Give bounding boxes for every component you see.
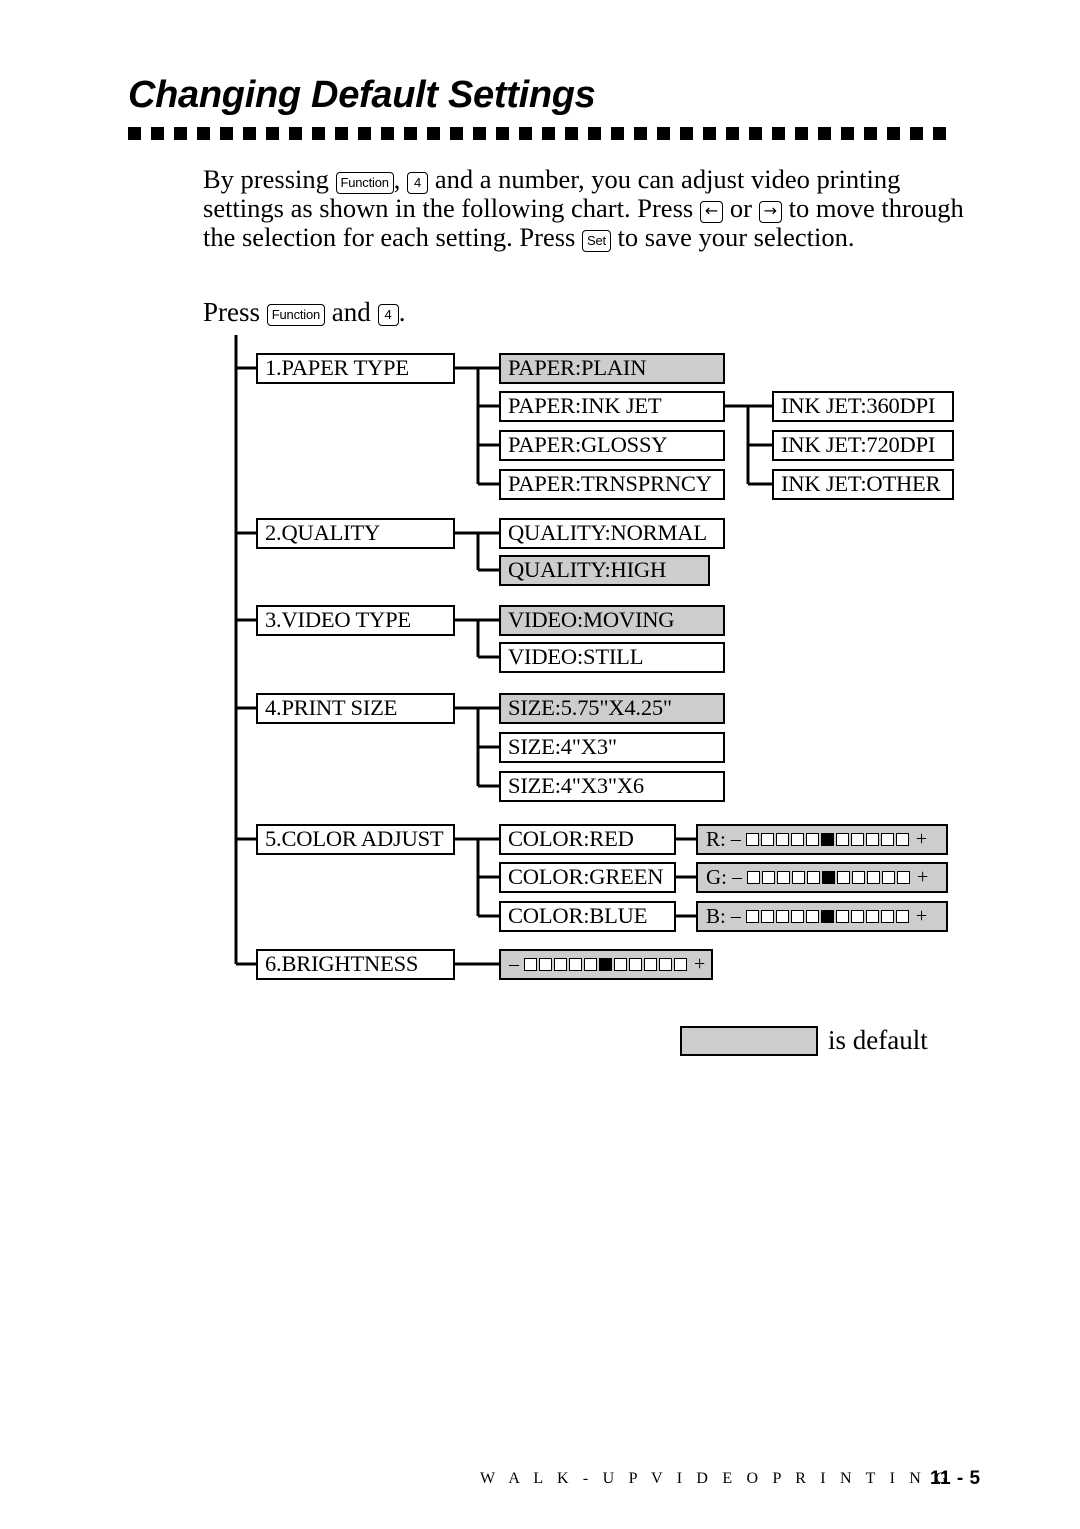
slider-cell[interactable] <box>805 833 819 846</box>
option-size-575x425[interactable]: SIZE:5.75"X4.25" <box>499 693 725 724</box>
option-paper-ink-jet[interactable]: PAPER:INK JET <box>499 391 725 422</box>
option-color-green[interactable]: COLOR:GREEN <box>499 862 676 893</box>
slider-cell[interactable] <box>865 910 879 923</box>
slider-cell[interactable] <box>807 871 820 884</box>
slider-minus-icon: – <box>509 953 519 975</box>
slider-cell[interactable] <box>850 910 864 923</box>
slider-brightness[interactable]: – + <box>499 949 713 980</box>
slider-cell[interactable] <box>659 958 672 971</box>
option-video-still[interactable]: VIDEO:STILL <box>499 642 725 673</box>
slider-cell[interactable] <box>792 871 805 884</box>
slider-cell[interactable] <box>897 871 910 884</box>
menu-item-print-size[interactable]: 4.PRINT SIZE <box>256 693 455 724</box>
menu-item-paper-type[interactable]: 1.PAPER TYPE <box>256 353 455 384</box>
footer-section-name: W A L K - U P V I D E O P R I N T I N G <box>480 1470 953 1487</box>
slider-thumb-cell[interactable] <box>599 958 612 971</box>
slider-cell[interactable] <box>805 910 819 923</box>
option-video-moving[interactable]: VIDEO:MOVING <box>499 605 725 636</box>
slider-cell[interactable] <box>745 910 759 923</box>
menu-item-quality[interactable]: 2.QUALITY <box>256 518 455 549</box>
slider-cell[interactable] <box>790 833 804 846</box>
option-quality-high[interactable]: QUALITY:HIGH <box>499 555 710 586</box>
option-ink-jet-720dpi[interactable]: INK JET:720DPI <box>772 430 954 461</box>
slider-cell[interactable] <box>865 833 879 846</box>
slider-channel-label: R: <box>706 827 726 851</box>
slider-cell[interactable] <box>745 833 759 846</box>
slider-track[interactable] <box>745 910 909 923</box>
slider-track[interactable] <box>747 871 910 884</box>
slider-cell[interactable] <box>760 833 774 846</box>
slider-cell[interactable] <box>614 958 627 971</box>
option-ink-jet-360dpi[interactable]: INK JET:360DPI <box>772 391 954 422</box>
slider-minus-icon: – <box>730 828 741 850</box>
slider-cell[interactable] <box>850 833 864 846</box>
slider-cell[interactable] <box>524 958 537 971</box>
option-size-4x3x6[interactable]: SIZE:4"X3"X6 <box>499 771 725 802</box>
option-size-4x3[interactable]: SIZE:4"X3" <box>499 732 725 763</box>
slider-track[interactable] <box>745 833 909 846</box>
menu-item-color-adjust[interactable]: 5.COLOR ADJUST <box>256 824 455 855</box>
slider-channel-label: G: <box>706 865 727 889</box>
menu-item-brightness[interactable]: 6.BRIGHTNESS <box>256 949 455 980</box>
slider-cell[interactable] <box>554 958 567 971</box>
slider-plus-icon: + <box>694 953 706 975</box>
option-color-red[interactable]: COLOR:RED <box>499 824 676 855</box>
slider-cell[interactable] <box>747 871 760 884</box>
slider-cell[interactable] <box>882 871 895 884</box>
slider-minus-icon: – <box>730 905 741 927</box>
slider-minus-icon: – <box>732 866 742 888</box>
slider-cell[interactable] <box>895 910 909 923</box>
slider-cell[interactable] <box>835 833 849 846</box>
slider-cell[interactable] <box>539 958 552 971</box>
slider-channel-label: B: <box>706 904 726 928</box>
slider-cell[interactable] <box>569 958 582 971</box>
slider-cell[interactable] <box>674 958 687 971</box>
slider-cell[interactable] <box>852 871 865 884</box>
slider-cell[interactable] <box>790 910 804 923</box>
slider-cell[interactable] <box>835 910 849 923</box>
slider-cell[interactable] <box>584 958 597 971</box>
slider-cell[interactable] <box>895 833 909 846</box>
slider-cell[interactable] <box>775 833 789 846</box>
slider-thumb-cell[interactable] <box>820 833 834 846</box>
option-quality-normal[interactable]: QUALITY:NORMAL <box>499 518 725 549</box>
menu-item-video-type[interactable]: 3.VIDEO TYPE <box>256 605 455 636</box>
slider-cell[interactable] <box>867 871 880 884</box>
slider-cell[interactable] <box>629 958 642 971</box>
slider-blue[interactable]: B: – + <box>696 901 948 932</box>
option-paper-transparency[interactable]: PAPER:TRNSPRNCY <box>499 469 725 500</box>
slider-plus-icon: + <box>915 905 928 927</box>
slider-thumb-cell[interactable] <box>820 910 834 923</box>
slider-plus-icon: + <box>915 828 928 850</box>
slider-track[interactable] <box>524 958 687 971</box>
option-color-blue[interactable]: COLOR:BLUE <box>499 901 676 932</box>
option-paper-plain[interactable]: PAPER:PLAIN <box>499 353 725 384</box>
footer-page-number: 11 - 5 <box>930 1468 981 1489</box>
slider-cell[interactable] <box>762 871 775 884</box>
slider-red[interactable]: R: – + <box>696 824 948 855</box>
menu-tree-nodes: 1.PAPER TYPE 2.QUALITY 3.VIDEO TYPE 4.PR… <box>0 0 1080 1529</box>
slider-plus-icon: + <box>917 866 929 888</box>
slider-cell[interactable] <box>644 958 657 971</box>
default-legend-label: is default <box>828 1025 928 1055</box>
slider-green[interactable]: G: – + <box>696 862 948 893</box>
slider-thumb-cell[interactable] <box>822 871 835 884</box>
default-legend-swatch <box>680 1026 818 1056</box>
slider-cell[interactable] <box>880 833 894 846</box>
slider-cell[interactable] <box>777 871 790 884</box>
slider-cell[interactable] <box>837 871 850 884</box>
option-paper-glossy[interactable]: PAPER:GLOSSY <box>499 430 725 461</box>
option-ink-jet-other[interactable]: INK JET:OTHER <box>772 469 954 500</box>
slider-cell[interactable] <box>880 910 894 923</box>
slider-cell[interactable] <box>775 910 789 923</box>
slider-cell[interactable] <box>760 910 774 923</box>
